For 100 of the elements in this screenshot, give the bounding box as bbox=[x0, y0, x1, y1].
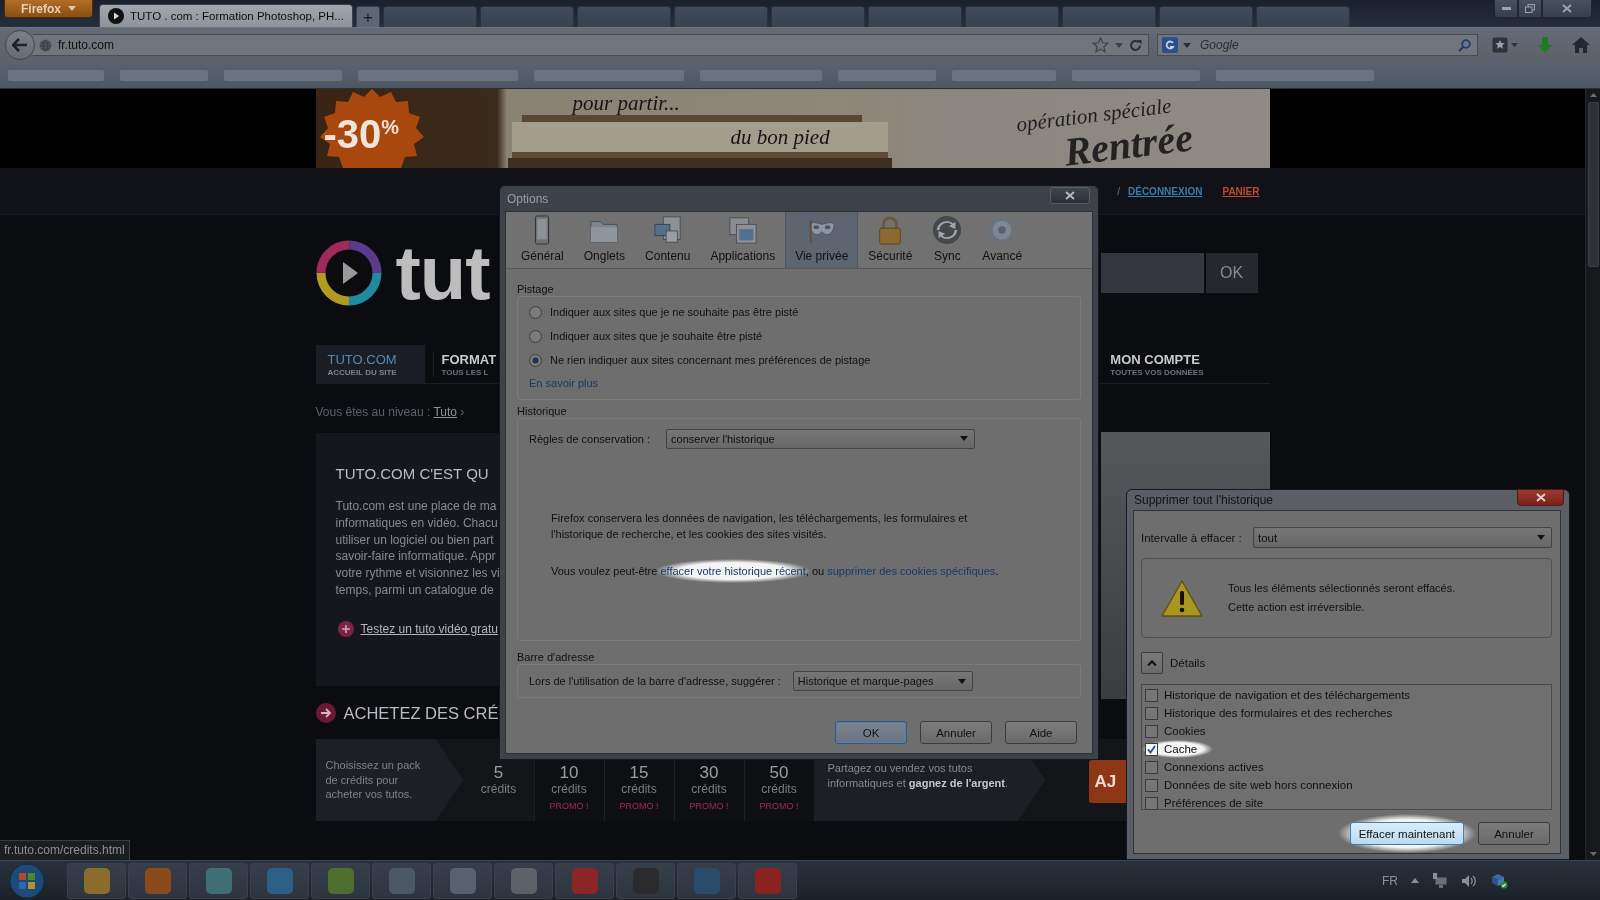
scrollbar-thumb[interactable] bbox=[1587, 102, 1599, 267]
blurred-tab[interactable] bbox=[1158, 6, 1253, 27]
pane-tab[interactable]: Sécurité bbox=[858, 212, 923, 268]
home-icon[interactable] bbox=[1572, 37, 1590, 53]
box-check-icon[interactable] bbox=[1490, 872, 1508, 889]
dialog-button[interactable]: OK bbox=[835, 721, 907, 744]
caret-down-icon[interactable] bbox=[1183, 42, 1191, 48]
radio-option[interactable]: Indiquer aux sites que je ne souhaite pas être pisté bbox=[529, 300, 799, 324]
blurred-bookmark[interactable] bbox=[120, 69, 208, 81]
close-button[interactable] bbox=[1517, 489, 1564, 506]
pane-tab[interactable]: Sync bbox=[922, 212, 973, 268]
caret-up-icon[interactable] bbox=[1589, 93, 1597, 97]
details-toggle[interactable] bbox=[1141, 652, 1163, 674]
search-engine-icon[interactable] bbox=[1162, 37, 1178, 53]
star-icon[interactable] bbox=[1092, 37, 1109, 53]
radio-option[interactable]: Indiquer aux sites que je souhaite être pisté bbox=[529, 324, 763, 348]
search-button[interactable]: OK bbox=[1205, 253, 1258, 293]
blurred-tab[interactable] bbox=[1255, 6, 1350, 27]
blurred-tab[interactable] bbox=[382, 6, 477, 27]
firefox-menu-button[interactable]: Firefox bbox=[4, 0, 93, 18]
blurred-tab[interactable] bbox=[673, 6, 768, 27]
taskbar-button[interactable] bbox=[738, 862, 797, 899]
search-field[interactable]: Google bbox=[1157, 34, 1478, 56]
pane-tab[interactable]: Applications bbox=[700, 212, 786, 268]
caret-down-icon[interactable] bbox=[1589, 852, 1597, 856]
checkbox[interactable] bbox=[1145, 742, 1158, 756]
taskbar-button[interactable] bbox=[555, 862, 614, 899]
blurred-tab[interactable] bbox=[576, 6, 671, 27]
pane-tab[interactable]: Vie privée bbox=[785, 212, 859, 268]
checkbox-option[interactable]: Historique des formulaires et des recherches bbox=[1145, 704, 1405, 722]
back-button[interactable] bbox=[5, 30, 35, 60]
nav-tab[interactable]: TUTO.COM ACCUEIL DU SITE bbox=[315, 345, 425, 383]
blurred-tab[interactable] bbox=[479, 6, 574, 27]
checkbox-option[interactable]: Historique de navigation et des téléchargements bbox=[1145, 686, 1423, 704]
language-indicator[interactable]: FR bbox=[1382, 873, 1398, 888]
address-field[interactable]: fr.tuto.com bbox=[33, 34, 1149, 56]
search-icon[interactable] bbox=[1458, 38, 1471, 52]
taskbar-button[interactable] bbox=[250, 862, 309, 899]
blurred-bookmark[interactable] bbox=[700, 69, 822, 81]
pane-tab[interactable]: Contenu bbox=[635, 212, 701, 268]
nav-tab[interactable]: MON COMPTE TOUTES VOS DONNÉES bbox=[1110, 345, 1204, 383]
checkbox-option[interactable]: Données de site web hors connexion bbox=[1145, 776, 1365, 794]
pane-tab[interactable]: Avancé bbox=[972, 212, 1033, 268]
radio-option[interactable]: Ne rien indiquer aux sites concernant mes préférences de pistage bbox=[529, 348, 871, 372]
reload-icon[interactable] bbox=[1129, 38, 1142, 52]
checkbox[interactable] bbox=[1145, 796, 1158, 810]
start-button[interactable] bbox=[7, 861, 47, 900]
pane-tab[interactable]: Onglets bbox=[573, 212, 636, 268]
dialog-button[interactable]: Annuler bbox=[1478, 822, 1550, 845]
checkbox[interactable] bbox=[1145, 778, 1158, 792]
add-button[interactable]: AJ bbox=[1088, 760, 1127, 803]
site-search-field[interactable] bbox=[1100, 253, 1204, 293]
blurred-bookmark[interactable] bbox=[534, 69, 684, 81]
checkbox-option[interactable]: Connexions actives bbox=[1145, 758, 1276, 776]
blurred-tab[interactable] bbox=[770, 6, 865, 27]
taskbar-button[interactable] bbox=[67, 862, 126, 899]
checkbox-option[interactable]: Cookies bbox=[1145, 722, 1218, 740]
pane-tab[interactable]: Général bbox=[511, 212, 574, 268]
blurred-bookmark[interactable] bbox=[838, 69, 936, 81]
dropdown[interactable]: conserver l'historique bbox=[666, 428, 976, 449]
checkbox-option[interactable]: Cache bbox=[1142, 740, 1214, 758]
radio-button[interactable] bbox=[529, 305, 542, 319]
checkbox-option[interactable]: Préférences de site bbox=[1145, 794, 1276, 812]
radio-button[interactable] bbox=[529, 329, 542, 343]
checkbox[interactable] bbox=[1145, 706, 1158, 720]
taskbar-button[interactable] bbox=[494, 862, 553, 899]
dropdown[interactable]: Historique et marque-pages bbox=[792, 671, 973, 691]
checkbox[interactable] bbox=[1145, 760, 1158, 774]
browser-tab[interactable]: TUTO . com : Formation Photoshop, PH... bbox=[99, 4, 353, 27]
taskbar-button[interactable] bbox=[311, 862, 370, 899]
blurred-tab[interactable] bbox=[1061, 6, 1156, 27]
blurred-bookmark[interactable] bbox=[8, 69, 104, 81]
dialog-button[interactable]: Aide bbox=[1005, 721, 1077, 744]
blurred-tab[interactable] bbox=[964, 6, 1059, 27]
caret-down-icon[interactable] bbox=[1115, 42, 1123, 48]
taskbar-button[interactable] bbox=[189, 862, 248, 899]
bookmark-star-icon[interactable] bbox=[1492, 37, 1518, 53]
trial-link[interactable]: Testez un tuto vidéo gratu bbox=[360, 621, 498, 636]
breadcrumb-link[interactable]: Tuto bbox=[433, 405, 457, 419]
taskbar-button[interactable] bbox=[616, 862, 675, 899]
taskbar-button[interactable] bbox=[128, 862, 187, 899]
restore-button[interactable] bbox=[1518, 0, 1542, 18]
blurred-bookmark[interactable] bbox=[358, 69, 518, 81]
learn-more-link[interactable]: En savoir plus bbox=[529, 374, 599, 392]
blurred-bookmark[interactable] bbox=[952, 69, 1056, 81]
dropdown[interactable]: tout bbox=[1253, 527, 1552, 548]
taskbar-button[interactable] bbox=[677, 862, 736, 899]
nav-tab[interactable]: FORMAT TOUS LES L bbox=[441, 345, 497, 383]
monitor-icon[interactable] bbox=[1432, 873, 1448, 888]
taskbar-button[interactable] bbox=[372, 862, 431, 899]
checkbox[interactable] bbox=[1145, 724, 1158, 738]
minimize-button[interactable] bbox=[1494, 0, 1518, 18]
blurred-tab[interactable] bbox=[867, 6, 962, 27]
blurred-bookmark[interactable] bbox=[1216, 69, 1374, 81]
checkbox[interactable] bbox=[1145, 688, 1158, 702]
close-button[interactable] bbox=[1050, 187, 1090, 204]
dialog-button[interactable]: Effacer maintenant bbox=[1349, 822, 1464, 845]
new-tab-button[interactable]: + bbox=[355, 6, 380, 27]
close-button[interactable] bbox=[1542, 0, 1592, 18]
cart-link[interactable]: PANIER bbox=[1222, 185, 1260, 197]
